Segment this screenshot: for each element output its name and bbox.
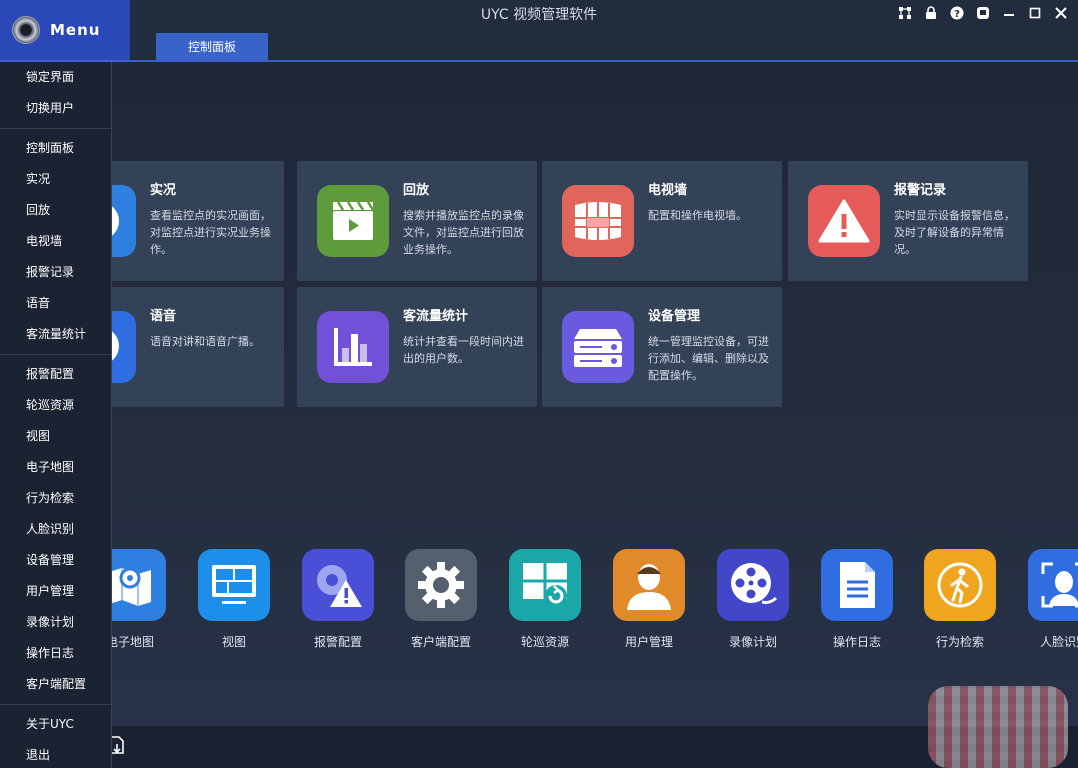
dock-item[interactable]: 报警配置 [288, 549, 388, 659]
feature-card[interactable]: 客流量统计统计并查看一段时间内进出的用户数。 [297, 287, 537, 407]
card-title: 设备管理 [648, 309, 701, 324]
menu-item[interactable]: 电子地图 [0, 452, 111, 483]
menu-label: Menu [50, 21, 101, 39]
control-panel: 实况 查看监控点的实况画面，对监控点进行实况业务操作。 回放 搜索并播放监控点的录像文… [0, 62, 1078, 726]
card-title: 实况 [150, 183, 177, 198]
menu-button[interactable]: Menu [0, 0, 130, 60]
dock-item-label: 人脸识别 [1039, 635, 1078, 649]
alarm-config-icon [302, 549, 374, 621]
dock-item-label: 操作日志 [832, 635, 881, 649]
device-server-icon [562, 311, 634, 383]
menu-item[interactable]: 客流量统计 [0, 319, 111, 350]
card-description: 统一管理监控设备，可进行添加、编辑、删除以及配置操作。 [648, 335, 769, 382]
dock-item[interactable]: 轮巡资源 [495, 549, 595, 659]
card-title: 电视墙 [648, 183, 688, 198]
main-menu-dropdown: 锁定界面 切换用户控制面板 实况 回放 电视墙 报警记录 语音 客流量统计报警配置 轮巡资源 视图… [0, 62, 112, 768]
menu-item[interactable]: 切换用户 [0, 93, 111, 124]
card-description: 实时显示设备报警信息，及时了解设备的异常情况。 [894, 209, 1015, 256]
feature-card[interactable]: 报警记录实时显示设备报警信息，及时了解设备的异常情况。 [788, 161, 1028, 281]
walking-person-icon [924, 549, 996, 621]
card-description: 搜索并播放监控点的录像文件，对监控点进行回放业务操作。 [403, 209, 524, 256]
dock-item[interactable]: 行为检索 [910, 549, 1010, 659]
help-icon[interactable]: ? [948, 4, 966, 22]
menu-item[interactable]: 轮巡资源 [0, 390, 111, 421]
menu-item[interactable]: 退出 [0, 740, 111, 768]
close-icon[interactable] [1052, 4, 1070, 22]
menu-divider [0, 354, 111, 355]
dock-item[interactable]: 录像计划 [703, 549, 803, 659]
menu-item[interactable]: 语音 [0, 288, 111, 319]
maximize-icon[interactable] [1026, 4, 1044, 22]
menu-item[interactable]: 控制面板 [0, 133, 111, 164]
card-title: 语音 [150, 309, 177, 324]
menu-item[interactable]: 用户管理 [0, 576, 111, 607]
menu-item[interactable]: 客户端配置 [0, 669, 111, 700]
card-title: 客流量统计 [403, 309, 469, 324]
document-log-icon [821, 549, 893, 621]
bar-chart-icon [317, 311, 389, 383]
tv-wall-icon [562, 185, 634, 257]
card-description: 查看监控点的实况画面，对监控点进行实况业务操作。 [150, 209, 271, 256]
menu-item[interactable]: 电视墙 [0, 226, 111, 257]
blurred-region [928, 686, 1068, 768]
face-recognition-icon [1028, 549, 1078, 621]
menu-divider [0, 704, 111, 705]
window-controls: ? [896, 4, 1070, 22]
dock-item-label: 报警配置 [313, 635, 362, 649]
dock-item[interactable]: 人脸识别 [1014, 549, 1078, 659]
menu-item[interactable]: 录像计划 [0, 607, 111, 638]
dock-item-label: 客户端配置 [410, 635, 471, 649]
card-title: 报警记录 [894, 183, 947, 198]
menu-item[interactable]: 人脸识别 [0, 514, 111, 545]
menu-item[interactable]: 操作日志 [0, 638, 111, 669]
lock-icon[interactable] [922, 4, 940, 22]
status-bar [0, 726, 1078, 768]
screen-switch-icon[interactable] [974, 4, 992, 22]
playback-clapper-icon [317, 185, 389, 257]
menu-item[interactable]: 报警配置 [0, 359, 111, 390]
alarm-warning-icon [808, 185, 880, 257]
gear-icon [405, 549, 477, 621]
dock-item[interactable]: 客户端配置 [391, 549, 491, 659]
card-description: 语音对讲和语音广播。 [150, 335, 260, 348]
title-bar: Menu UYC 视频管理软件 控制面板 ? [0, 0, 1078, 62]
dock-item-label: 用户管理 [624, 635, 673, 649]
menu-item[interactable]: 锁定界面 [0, 62, 111, 93]
menu-item[interactable]: 报警记录 [0, 257, 111, 288]
feature-card[interactable]: 设备管理统一管理监控设备，可进行添加、编辑、删除以及配置操作。 [542, 287, 782, 407]
menu-item[interactable]: 回放 [0, 195, 111, 226]
dock-item-label: 轮巡资源 [520, 635, 569, 649]
dock-item-label: 录像计划 [728, 635, 777, 649]
app-logo-icon [12, 16, 40, 44]
menu-item[interactable]: 视图 [0, 421, 111, 452]
user-icon [613, 549, 685, 621]
card-title: 回放 [403, 183, 430, 198]
menu-item[interactable]: 设备管理 [0, 545, 111, 576]
patrol-resource-icon [509, 549, 581, 621]
view-monitor-icon [198, 549, 270, 621]
tab-control-panel[interactable]: 控制面板 [156, 33, 268, 60]
menu-item[interactable]: 行为检索 [0, 483, 111, 514]
dock-item-label: 行为检索 [935, 635, 984, 649]
menu-divider [0, 128, 111, 129]
dock-item[interactable]: 操作日志 [807, 549, 907, 659]
film-reel-icon [717, 549, 789, 621]
dock-item[interactable]: 用户管理 [599, 549, 699, 659]
card-description: 统计并查看一段时间内进出的用户数。 [403, 335, 524, 365]
svg-text:?: ? [954, 9, 960, 20]
feature-card[interactable]: 回放搜索并播放监控点的录像文件，对监控点进行回放业务操作。 [297, 161, 537, 281]
feature-card[interactable]: 电视墙配置和操作电视墙。 [542, 161, 782, 281]
dock-item-label: 视图 [221, 635, 246, 649]
dock-item[interactable]: 视图 [184, 549, 284, 659]
network-icon[interactable] [896, 4, 914, 22]
card-description: 配置和操作电视墙。 [648, 209, 747, 222]
menu-item[interactable]: 实况 [0, 164, 111, 195]
menu-item[interactable]: 关于UYC [0, 709, 111, 740]
minimize-icon[interactable] [1000, 4, 1018, 22]
